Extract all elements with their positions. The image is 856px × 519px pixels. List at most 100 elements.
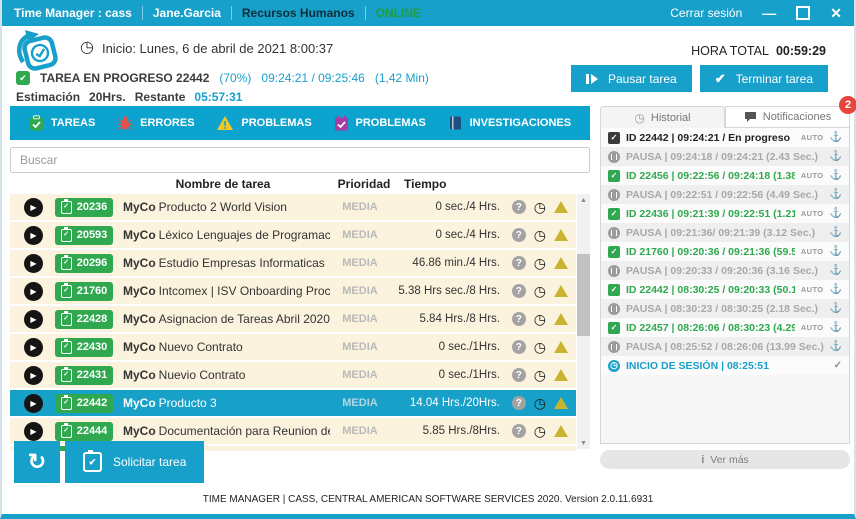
tab-tareas-0[interactable]: TAREAS — [29, 115, 95, 131]
remaining-label: Restante — [135, 90, 186, 104]
tab-historial[interactable]: ◷ Historial — [600, 106, 725, 128]
help-icon[interactable]: ? — [512, 396, 526, 410]
clock-icon[interactable]: ◷ — [534, 396, 546, 410]
play-icon[interactable]: ▶ — [24, 310, 43, 329]
history-entry[interactable]: PAUSA | 09:21:36/ 09:21:39 (3.12 Sec.)⚓ — [601, 223, 849, 242]
history-entry[interactable]: ✓ID 22456 | 09:22:56 / 09:24:18 (1.38 Mi… — [601, 166, 849, 185]
history-entry[interactable]: ✓ID 22442 | 09:24:21 / En progresoAUTO⚓ — [601, 128, 849, 147]
book-icon — [448, 115, 463, 131]
clock-icon[interactable]: ◷ — [534, 312, 546, 326]
history-entry[interactable]: PAUSA | 09:24:18 / 09:24:21 (2.43 Sec.)⚓ — [601, 147, 849, 166]
table-row[interactable]: ▶✓22430MyCoNuevo ContratoMEDIA0 sec./1Hr… — [10, 334, 576, 360]
task-title: Documentación para Reunion de Ventas — [159, 424, 330, 438]
play-icon[interactable]: ▶ — [24, 226, 43, 245]
history-entry[interactable]: PAUSA | 08:25:52 / 08:26:06 (13.99 Sec.)… — [601, 337, 849, 356]
task-priority: MEDIA — [330, 313, 390, 325]
play-icon[interactable]: ▶ — [24, 366, 43, 385]
tab-problemas-3[interactable]: PROBLEMAS — [334, 115, 426, 131]
help-icon[interactable]: ? — [512, 228, 526, 242]
warning-icon[interactable] — [554, 201, 568, 213]
clock-icon[interactable]: ◷ — [534, 200, 546, 214]
refresh-button[interactable]: ↻ — [14, 441, 60, 483]
table-row[interactable]: ▶✓22428MyCoAsignacion de Tareas Abril 20… — [10, 306, 576, 332]
scroll-down-icon[interactable]: ▼ — [577, 437, 590, 449]
search-input[interactable] — [10, 147, 590, 173]
finish-task-button[interactable]: ✔ Terminar tarea — [700, 65, 828, 92]
anchor-icon: ⚓ — [830, 323, 842, 333]
clock-icon[interactable]: ◷ — [534, 340, 546, 354]
table-row[interactable]: ▶✓22442MyCoProducto 3MEDIA14.04 Hrs./20H… — [10, 390, 576, 416]
task-company: MyCo — [123, 256, 156, 270]
warning-icon[interactable] — [554, 313, 568, 325]
history-entry[interactable]: ◷INICIO DE SESIÓN | 08:25:51✓ — [601, 356, 849, 375]
play-icon[interactable]: ▶ — [24, 394, 43, 413]
tab-errores-1[interactable]: ERRORES — [117, 115, 194, 131]
history-entry[interactable]: ✓ID 21760 | 09:20:36 / 09:21:36 (59.5 Se… — [601, 242, 849, 261]
help-icon[interactable]: ? — [512, 284, 526, 298]
tab-investigaciones-4[interactable]: INVESTIGACIONES — [448, 115, 571, 131]
history-entry[interactable]: PAUSA | 09:20:33 / 09:20:36 (3.16 Sec.)⚓ — [601, 261, 849, 280]
help-icon[interactable]: ? — [512, 312, 526, 326]
warning-icon[interactable] — [554, 257, 568, 269]
close-icon[interactable]: ✕ — [830, 6, 842, 20]
play-icon[interactable]: ▶ — [24, 338, 43, 357]
play-icon[interactable]: ▶ — [24, 282, 43, 301]
history-entry[interactable]: PAUSA | 09:22:51 / 09:22:56 (4.49 Sec.)⚓ — [601, 185, 849, 204]
anchor-icon: ⚓ — [830, 247, 842, 257]
warning-icon[interactable] — [554, 229, 568, 241]
history-entry[interactable]: ✓ID 22436 | 09:21:39 / 09:22:51 (1.21 Mi… — [601, 204, 849, 223]
history-entry[interactable]: PAUSA | 08:30:23 / 08:30:25 (2.18 Sec.)⚓ — [601, 299, 849, 318]
table-row[interactable]: ▶ ✓20593 MyCoLéxico Lenguajes de Programac… — [10, 222, 576, 248]
request-task-button[interactable]: ✔ Solicitar tarea — [65, 441, 204, 483]
help-icon[interactable]: ? — [512, 256, 526, 270]
clipboard-check-icon: ✓ — [61, 341, 72, 354]
history-list: ✓ID 22442 | 09:24:21 / En progresoAUTO⚓P… — [600, 128, 850, 444]
tab-problemas-2[interactable]: PROBLEMAS — [216, 115, 311, 131]
maximize-icon[interactable] — [796, 6, 810, 20]
warning-icon[interactable] — [554, 369, 568, 381]
warning-icon[interactable] — [554, 397, 568, 409]
help-icon[interactable]: ? — [512, 340, 526, 354]
history-entry-text: ID 22457 | 08:26:06 / 08:30:23 (4.29 Min… — [626, 322, 795, 334]
scroll-up-icon[interactable]: ▲ — [577, 194, 590, 206]
table-row[interactable]: ▶✓22431MyCoNuevio ContratoMEDIA0 sec./1H… — [10, 362, 576, 388]
clock-icon[interactable]: ◷ — [534, 284, 546, 298]
see-more-button[interactable]: i Ver más — [600, 450, 850, 469]
play-icon[interactable]: ▶ — [24, 254, 43, 273]
notificaciones-label: Notificaciones — [763, 111, 831, 123]
help-icon[interactable]: ? — [512, 424, 526, 438]
table-row[interactable]: ▶✓20236MyCoProducto 2 World VisionMEDIA0… — [10, 194, 576, 220]
task-name: MyCoLéxico Lenguajes de Programación — [123, 228, 330, 242]
scrollbar-thumb[interactable] — [577, 254, 590, 336]
task-company: MyCo — [123, 200, 156, 214]
minimize-icon[interactable]: — — [762, 6, 776, 20]
clock-icon: ◷ — [634, 112, 644, 124]
history-entry[interactable]: ✓ID 22442 | 08:30:25 / 09:20:33 (50.13 M… — [601, 280, 849, 299]
history-entry[interactable]: ✓ID 22457 | 08:26:06 / 08:30:23 (4.29 Mi… — [601, 318, 849, 337]
clipboard-check-icon — [29, 115, 44, 131]
warning-icon[interactable] — [554, 425, 568, 437]
clock-icon[interactable]: ◷ — [534, 256, 546, 270]
check-icon: ✔ — [16, 71, 30, 85]
play-icon[interactable]: ▶ — [24, 422, 43, 441]
logout-button[interactable]: Cerrar sesión — [670, 6, 742, 20]
clock-icon[interactable]: ◷ — [534, 228, 546, 242]
tab-label: TAREAS — [51, 117, 95, 129]
warning-icon[interactable] — [554, 341, 568, 353]
help-icon[interactable]: ? — [512, 368, 526, 382]
task-id: 22442 — [77, 397, 108, 409]
tab-bar: TAREAS ERRORES PROBLEMAS PROBLEMAS INVESTIGA… — [10, 106, 590, 140]
scrollbar[interactable]: ▲ ▼ — [577, 194, 590, 449]
warning-icon[interactable] — [554, 285, 568, 297]
clock-icon[interactable]: ◷ — [534, 368, 546, 382]
pause-task-button[interactable]: Pausar tarea — [571, 65, 692, 92]
clock-icon[interactable]: ◷ — [534, 424, 546, 438]
table-row[interactable]: ▶✓20296MyCoEstudio Empresas Informaticas… — [10, 250, 576, 276]
tab-notificaciones[interactable]: Notificaciones — [725, 106, 850, 128]
play-icon[interactable]: ▶ — [24, 198, 43, 217]
progress-duration: (1,42 Min) — [375, 71, 429, 85]
task-id-badge: ✓20593 — [55, 226, 113, 245]
help-icon[interactable]: ? — [512, 200, 526, 214]
pause-icon — [608, 303, 620, 315]
table-row[interactable]: ▶✓21760MyCoIntcomex | ISV Onboarding Pro… — [10, 278, 576, 304]
